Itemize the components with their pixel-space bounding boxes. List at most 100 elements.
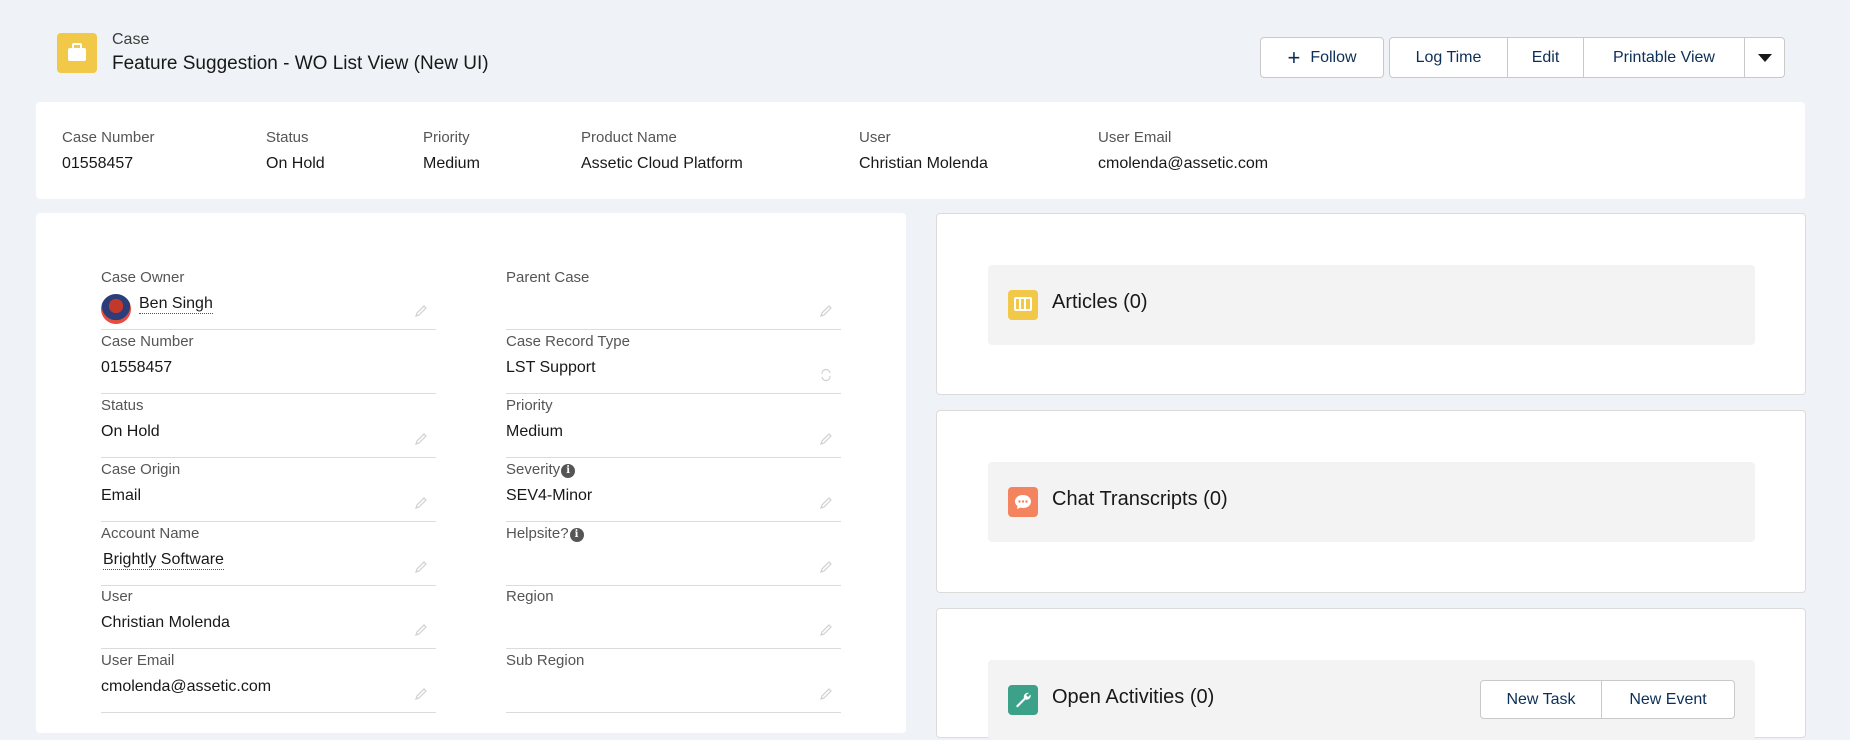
field-label-row: Helpsite? i	[506, 525, 584, 542]
field-user-email: User Email cmolenda@assetic.com	[101, 652, 436, 713]
open-activities-card: Open Activities (0) New Task New Event	[936, 608, 1806, 740]
field-label: Case Origin	[101, 461, 181, 478]
wrench-icon	[1008, 685, 1038, 715]
field-value: Medium	[506, 423, 563, 440]
field-value: On Hold	[101, 423, 160, 440]
field-status: Status On Hold	[101, 397, 436, 458]
details-card: Case Owner Ben Singh Case Number 0155845…	[36, 213, 906, 733]
field-label: Case Number	[101, 333, 194, 350]
field-case-number: Case Number 01558457	[101, 333, 436, 394]
open-activities-header: Open Activities (0) New Task New Event	[988, 660, 1755, 740]
field-label: User	[101, 588, 133, 605]
edit-pencil-icon[interactable]	[819, 623, 833, 637]
field-value: cmolenda@assetic.com	[101, 678, 272, 695]
account-name-link[interactable]: Brightly Software	[103, 551, 224, 570]
edit-pencil-icon[interactable]	[819, 496, 833, 510]
field-value: LST Support	[506, 359, 596, 376]
field-value: Email	[101, 487, 142, 504]
field-label: Parent Case	[506, 269, 590, 286]
highlight-value: 01558457	[62, 155, 134, 172]
page-header: Case Feature Suggestion - WO List View (…	[0, 0, 1850, 100]
follow-label: Follow	[1310, 48, 1357, 66]
articles-icon	[1008, 290, 1038, 320]
field-case-record-type: Case Record Type LST Support	[506, 333, 841, 394]
field-label: Account Name	[101, 525, 200, 542]
highlight-case-number: Case Number 01558457	[62, 129, 155, 173]
case-owner-link[interactable]: Ben Singh	[139, 295, 213, 314]
highlight-status: Status On Hold	[266, 129, 325, 173]
edit-button[interactable]: Edit	[1508, 37, 1584, 78]
plus-icon: +	[1287, 44, 1301, 70]
highlight-value: cmolenda@assetic.com	[1098, 155, 1269, 172]
highlight-value: Medium	[423, 155, 480, 172]
field-severity: Severity i SEV4-Minor	[506, 461, 841, 522]
highlight-user-email: User Email cmolenda@assetic.com	[1098, 129, 1268, 173]
field-label: Status	[101, 397, 144, 414]
highlight-label: User	[859, 129, 891, 146]
edit-pencil-icon[interactable]	[414, 623, 428, 637]
edit-pencil-icon[interactable]	[819, 432, 833, 446]
edit-pencil-icon[interactable]	[819, 687, 833, 701]
chevron-down-icon	[1757, 53, 1772, 62]
edit-pencil-icon[interactable]	[414, 687, 428, 701]
articles-title[interactable]: Articles (0)	[1052, 291, 1148, 314]
highlights-panel: Case Number 01558457 Status On Hold Prio…	[36, 102, 1805, 199]
field-label: Case Record Type	[506, 333, 630, 350]
change-record-type-icon[interactable]	[819, 368, 833, 382]
log-time-button[interactable]: Log Time	[1389, 37, 1508, 78]
info-icon[interactable]: i	[561, 464, 576, 478]
highlight-user: User Christian Molenda	[859, 129, 988, 173]
field-label-row: Severity i	[506, 461, 576, 478]
field-account-name: Account Name Brightly Software	[101, 525, 436, 586]
field-case-owner: Case Owner Ben Singh	[101, 269, 436, 330]
edit-pencil-icon[interactable]	[414, 560, 428, 574]
field-label: Case Owner	[101, 269, 185, 286]
field-value: 01558457	[101, 359, 173, 376]
new-task-button[interactable]: New Task	[1480, 680, 1602, 719]
field-parent-case: Parent Case	[506, 269, 841, 330]
field-label: User Email	[101, 652, 175, 669]
chat-transcripts-title[interactable]: Chat Transcripts (0)	[1052, 488, 1228, 511]
chat-icon	[1008, 487, 1038, 517]
avatar	[101, 294, 131, 324]
more-actions-button[interactable]	[1745, 37, 1785, 78]
open-activities-title[interactable]: Open Activities (0)	[1052, 686, 1214, 709]
field-user: User Christian Molenda	[101, 588, 436, 649]
edit-pencil-icon[interactable]	[819, 304, 833, 318]
new-event-button[interactable]: New Event	[1602, 680, 1735, 719]
field-label: Sub Region	[506, 652, 585, 669]
field-priority: Priority Medium	[506, 397, 841, 458]
info-icon[interactable]: i	[569, 528, 584, 542]
chat-transcripts-card: Chat Transcripts (0)	[936, 410, 1806, 593]
change-owner-icon[interactable]	[414, 304, 428, 318]
field-label: Region	[506, 588, 554, 605]
highlight-label: User Email	[1098, 129, 1172, 146]
highlight-label: Priority	[423, 129, 470, 146]
field-value: Christian Molenda	[101, 614, 230, 631]
follow-button[interactable]: + Follow	[1260, 37, 1384, 78]
briefcase-icon	[57, 33, 97, 73]
edit-pencil-icon[interactable]	[414, 432, 428, 446]
field-region: Region	[506, 588, 841, 649]
edit-pencil-icon[interactable]	[414, 496, 428, 510]
edit-pencil-icon[interactable]	[819, 560, 833, 574]
articles-card: Articles (0)	[936, 213, 1806, 395]
activity-actions: New Task New Event	[1480, 680, 1735, 719]
field-label: Helpsite?	[506, 525, 569, 542]
highlight-priority: Priority Medium	[423, 129, 480, 173]
highlight-value: Christian Molenda	[859, 155, 988, 172]
field-helpsite: Helpsite? i	[506, 525, 841, 586]
highlight-label: Case Number	[62, 129, 155, 146]
articles-header[interactable]: Articles (0)	[988, 265, 1755, 345]
highlight-value: Assetic Cloud Platform	[581, 155, 743, 172]
field-sub-region: Sub Region	[506, 652, 841, 713]
field-case-origin: Case Origin Email	[101, 461, 436, 522]
header-actions: + Follow Log Time Edit Printable View	[1260, 37, 1785, 78]
chat-transcripts-header[interactable]: Chat Transcripts (0)	[988, 462, 1755, 542]
highlight-label: Status	[266, 129, 309, 146]
field-value: SEV4-Minor	[506, 487, 593, 504]
field-label: Severity	[506, 461, 561, 478]
highlight-value: On Hold	[266, 155, 325, 172]
printable-view-button[interactable]: Printable View	[1584, 37, 1745, 78]
field-label: Priority	[506, 397, 553, 414]
